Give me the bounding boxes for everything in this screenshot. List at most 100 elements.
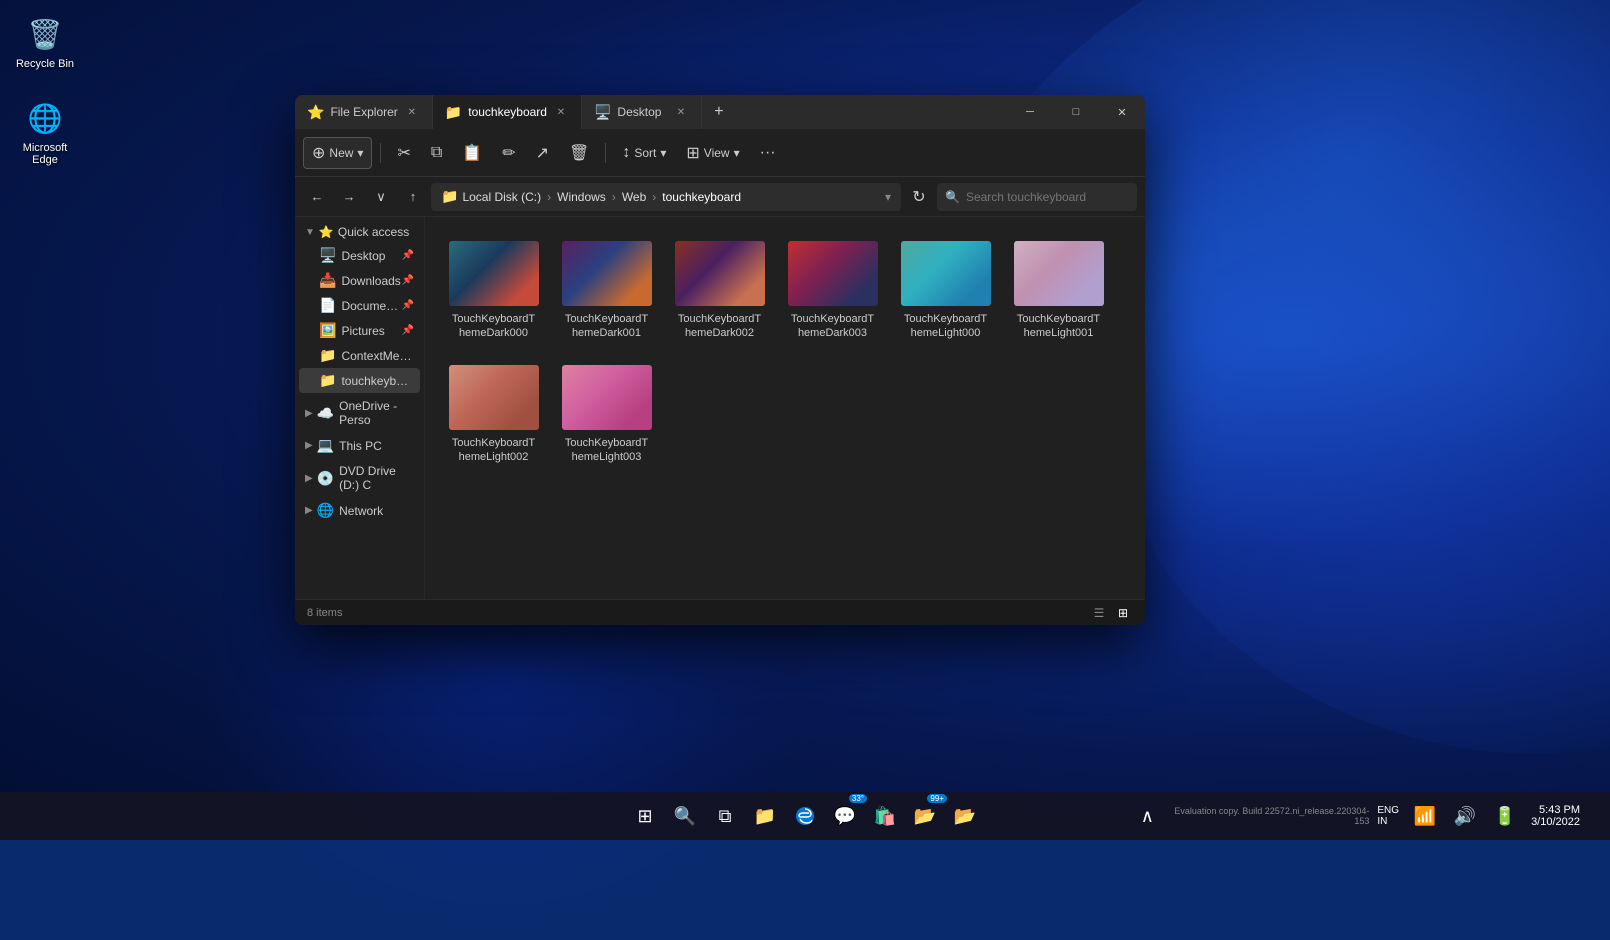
toolbar-sep-1 xyxy=(380,143,381,163)
taskbar-clock[interactable]: 5:43 PM 3/10/2022 xyxy=(1531,804,1580,828)
new-dropdown-icon: ▾ xyxy=(357,146,363,160)
desktop-icon-edge[interactable]: 🌐 Microsoft Edge xyxy=(10,94,80,170)
path-item-localdisk[interactable]: Local Disk (C:) xyxy=(462,190,541,204)
task-view-button[interactable]: ⧉ xyxy=(707,798,743,834)
forward-button[interactable]: → xyxy=(335,183,363,211)
tab-touchkeyboard[interactable]: 📁 touchkeyboard ✕ xyxy=(433,95,582,129)
desktop-icon-recycle-bin[interactable]: 🗑️ Recycle Bin xyxy=(10,10,80,74)
address-path[interactable]: 📁 Local Disk (C:) › Windows › Web › touc… xyxy=(431,183,901,211)
path-item-web[interactable]: Web xyxy=(622,190,646,204)
copy-button[interactable]: ⧉ xyxy=(423,137,450,169)
battery-tray-button[interactable]: 🔋 xyxy=(1487,798,1523,834)
file-manager-taskbar-button[interactable]: 📁 xyxy=(747,798,783,834)
network-tray-button[interactable]: 📶 xyxy=(1407,798,1443,834)
path-sep-1: › xyxy=(547,190,551,204)
status-item-count: 8 items xyxy=(307,607,342,619)
sidebar-network-header[interactable]: ▶ 🌐 Network xyxy=(299,498,420,523)
share-icon: ↗ xyxy=(536,143,549,163)
sidebar-onedrive-header[interactable]: ▶ ☁️ OneDrive - Perso xyxy=(299,395,420,431)
minimize-button[interactable]: ─ xyxy=(1007,95,1053,129)
tab-touchkeyboard-close[interactable]: ✕ xyxy=(553,104,569,120)
file-item-td000[interactable]: TouchKeyboardThemeDark000 xyxy=(441,233,546,349)
close-button[interactable]: ✕ xyxy=(1099,95,1145,129)
list-view-button[interactable]: ☰ xyxy=(1089,603,1109,623)
file-name-td002: TouchKeyboardThemeDark002 xyxy=(678,312,761,341)
onedrive-expand-icon: ▶ xyxy=(305,408,313,419)
taskbar-pinned-app[interactable]: 📂 99+ xyxy=(907,798,943,834)
file-item-td001[interactable]: TouchKeyboardThemeDark001 xyxy=(554,233,659,349)
file-item-tl000[interactable]: TouchKeyboardThemeLight000 xyxy=(893,233,998,349)
sidebar-item-desktop[interactable]: 🖥️ Desktop 📌 xyxy=(299,243,420,268)
downloads-pin-icon: 📌 xyxy=(402,275,414,286)
rename-button[interactable]: ✏ xyxy=(494,137,523,169)
search-box[interactable]: 🔍 xyxy=(937,183,1137,211)
sidebar-item-documents[interactable]: 📄 Documents 📌 xyxy=(299,293,420,318)
file-item-tl002[interactable]: TouchKeyboardThemeLight002 xyxy=(441,357,546,473)
sidebar-item-downloads[interactable]: 📥 Downloads 📌 xyxy=(299,268,420,293)
sidebar-thispc-header[interactable]: ▶ 💻 This PC xyxy=(299,433,420,458)
file-grid: TouchKeyboardThemeDark000TouchKeyboardTh… xyxy=(425,217,1145,599)
sidebar-dvd-header[interactable]: ▶ 💿 DVD Drive (D:) C xyxy=(299,460,420,496)
maximize-button[interactable]: □ xyxy=(1053,95,1099,129)
edge-taskbar-icon xyxy=(795,806,815,826)
view-button[interactable]: ⊞ View ▾ xyxy=(678,137,747,169)
contextmenu-folder-icon: 📁 xyxy=(319,347,336,364)
sort-icon: ↕ xyxy=(622,144,630,162)
tab-file-explorer-close[interactable]: ✕ xyxy=(404,104,420,120)
grid-view-button[interactable]: ⊞ xyxy=(1113,603,1133,623)
view-icon: ⊞ xyxy=(686,143,699,163)
edge-taskbar-button[interactable] xyxy=(787,798,823,834)
cut-button[interactable]: ✂ xyxy=(389,137,418,169)
tab-file-explorer[interactable]: ⭐ File Explorer ✕ xyxy=(295,95,433,129)
store-taskbar-button[interactable]: 🛍️ xyxy=(867,798,903,834)
sort-button[interactable]: ↕ Sort ▾ xyxy=(614,137,674,169)
sort-label: Sort xyxy=(634,146,656,160)
file-name-tl000: TouchKeyboardThemeLight000 xyxy=(904,312,987,341)
search-button[interactable]: 🔍 xyxy=(667,798,703,834)
sidebar-item-touchkeyboard[interactable]: 📁 touchkeyboard xyxy=(299,368,420,393)
notification-center-button[interactable] xyxy=(1588,798,1600,834)
thispc-icon: 💻 xyxy=(317,437,334,454)
new-button[interactable]: ⊕ New ▾ xyxy=(303,137,372,169)
sidebar-item-contextmenu[interactable]: 📁 ContextMenuC xyxy=(299,343,420,368)
taskbar: ⊞ 🔍 ⧉ 📁 💬 33° 🛍️ 📂 99+ 📂 xyxy=(0,792,1610,840)
start-button[interactable]: ⊞ xyxy=(627,798,663,834)
delete-button[interactable]: 🗑 xyxy=(561,137,597,169)
dropdown-recent-button[interactable]: ∨ xyxy=(367,183,395,211)
clock-time: 5:43 PM xyxy=(1531,804,1580,816)
tab-desktop[interactable]: 🖥️ Desktop ✕ xyxy=(582,95,702,129)
thispc-expand-icon: ▶ xyxy=(305,440,313,451)
more-button[interactable]: ··· xyxy=(752,137,784,169)
tray-chevron[interactable]: ∧ xyxy=(1129,798,1165,834)
sidebar-quickaccess-header[interactable]: ▼ ⭐ Quick access xyxy=(299,221,420,243)
tab-desktop-close[interactable]: ✕ xyxy=(673,104,689,120)
lang-button[interactable]: ENGIN xyxy=(1373,798,1403,834)
network-label: Network xyxy=(339,504,383,518)
refresh-button[interactable]: ↻ xyxy=(905,183,933,211)
teams-taskbar-button[interactable]: 💬 33° xyxy=(827,798,863,834)
file-thumb-tl002 xyxy=(449,365,539,430)
share-button[interactable]: ↗ xyxy=(528,137,557,169)
file-item-tl003[interactable]: TouchKeyboardThemeLight003 xyxy=(554,357,659,473)
sidebar-section-onedrive: ▶ ☁️ OneDrive - Perso xyxy=(295,395,424,431)
file-explorer-taskbar-button[interactable]: 📂 xyxy=(947,798,983,834)
search-input[interactable] xyxy=(966,190,1129,204)
path-item-touchkeyboard[interactable]: touchkeyboard xyxy=(662,190,741,204)
up-button[interactable]: ↑ xyxy=(399,183,427,211)
volume-tray-button[interactable]: 🔊 xyxy=(1447,798,1483,834)
path-dropdown-icon[interactable]: ▾ xyxy=(885,190,891,204)
new-tab-button[interactable]: + xyxy=(702,95,736,129)
file-name-td001: TouchKeyboardThemeDark001 xyxy=(565,312,648,341)
cut-icon: ✂ xyxy=(397,143,410,163)
back-button[interactable]: ← xyxy=(303,183,331,211)
paste-button[interactable]: 📋 xyxy=(454,137,490,169)
sidebar-item-pictures[interactable]: 🖼️ Pictures 📌 xyxy=(299,318,420,343)
file-item-td003[interactable]: TouchKeyboardThemeDark003 xyxy=(780,233,885,349)
path-sep-2: › xyxy=(612,190,616,204)
onedrive-label: OneDrive - Perso xyxy=(339,399,414,427)
file-item-tl001[interactable]: TouchKeyboardThemeLight001 xyxy=(1006,233,1111,349)
sidebar-documents-label: Documents xyxy=(341,299,401,313)
tab-touchkeyboard-icon: 📁 xyxy=(445,104,462,121)
file-item-td002[interactable]: TouchKeyboardThemeDark002 xyxy=(667,233,772,349)
path-item-windows[interactable]: Windows xyxy=(557,190,606,204)
